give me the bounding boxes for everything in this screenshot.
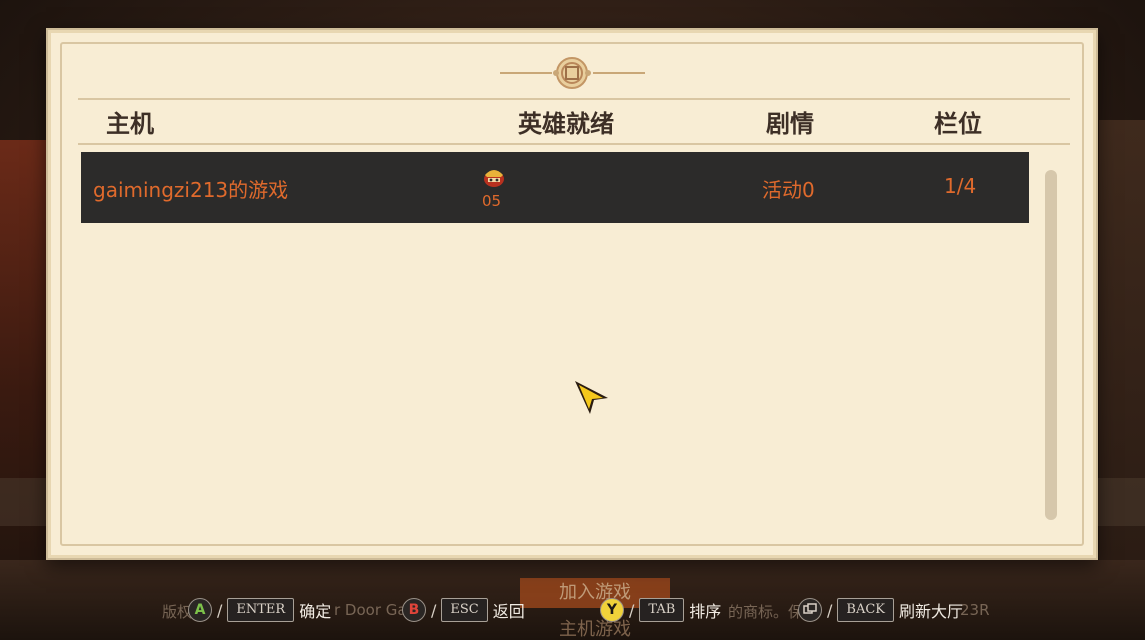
separator-slash: / xyxy=(827,600,833,620)
key-back: BACK xyxy=(837,598,894,622)
refresh-lobby-action-label: 刷新大厅 xyxy=(899,602,964,621)
copyright-fragment-3: 的商标。保 xyxy=(728,603,804,621)
gamepad-a-icon: A xyxy=(188,598,212,622)
separator-slash: / xyxy=(217,600,223,620)
game-cursor-icon xyxy=(575,381,608,414)
control-sort[interactable]: Y / TAB 排序 xyxy=(600,597,721,623)
gamepad-y-icon: Y xyxy=(600,598,624,622)
column-header-heroes-ready[interactable]: 英雄就绪 xyxy=(518,104,614,139)
lobby-story: 活动0 xyxy=(762,178,815,202)
lobby-scrollbar[interactable] xyxy=(1045,170,1057,520)
copyright-fragment-4: 23R xyxy=(960,601,990,619)
gamepad-b-icon: B xyxy=(402,598,426,622)
header-bottom-divider xyxy=(78,143,1070,145)
lobby-slots: 1/4 xyxy=(944,174,977,198)
key-tab: TAB xyxy=(639,598,685,622)
separator-slash: / xyxy=(629,600,635,620)
column-header-host[interactable]: 主机 xyxy=(106,104,154,139)
control-back[interactable]: B / ESC 返回 xyxy=(402,597,525,623)
key-enter: ENTER xyxy=(227,598,295,622)
column-header-story[interactable]: 剧情 xyxy=(766,104,814,139)
confirm-action-label: 确定 xyxy=(299,602,332,621)
separator-slash: / xyxy=(431,600,437,620)
header-top-divider xyxy=(78,98,1070,100)
heroes-ready-count: 05 xyxy=(482,192,502,210)
column-header-slots[interactable]: 栏位 xyxy=(934,104,982,139)
gamepad-view-icon xyxy=(798,598,822,622)
ornament-emblem-icon xyxy=(500,57,645,89)
back-action-label: 返回 xyxy=(492,602,525,621)
lobby-host-name: gaimingzi213的游戏 xyxy=(93,178,289,202)
control-refresh[interactable]: / BACK 刷新大厅 xyxy=(798,597,963,623)
sort-action-label: 排序 xyxy=(689,602,722,621)
control-confirm[interactable]: A / ENTER 确定 xyxy=(188,597,331,623)
copyright-fragment-2: r Door Ga xyxy=(334,601,407,619)
game-screen: 加入游戏 主机游戏 主机 英雄就绪 剧情 栏位 gaimingzi213的游戏 … xyxy=(0,0,1145,640)
key-esc: ESC xyxy=(441,598,488,622)
hero-helmet-icon xyxy=(484,170,504,187)
